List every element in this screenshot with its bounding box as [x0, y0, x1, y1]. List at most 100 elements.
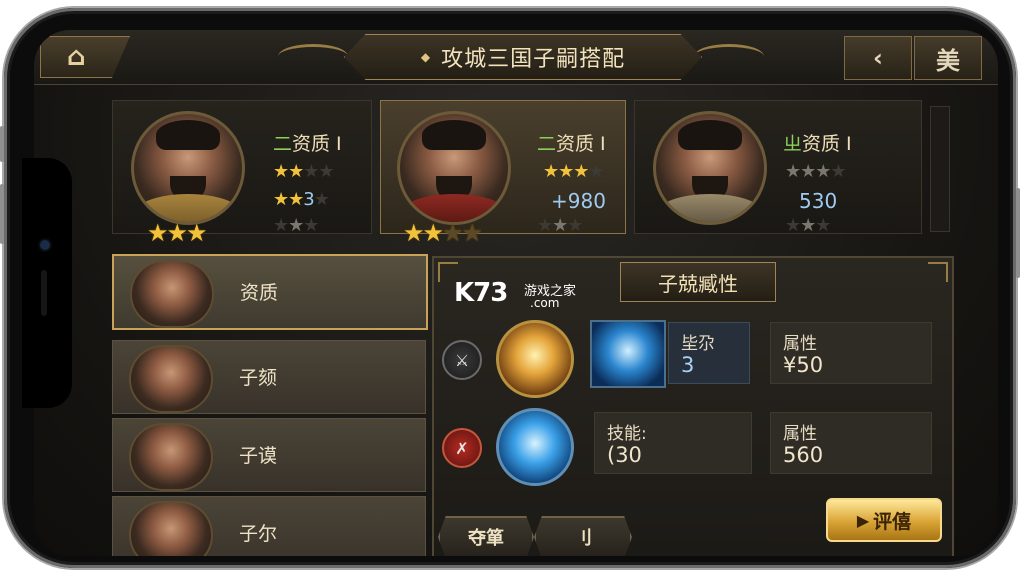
hero-card[interactable]: ㄓ资质 I ★★★★ 530 ★★★: [634, 100, 922, 236]
list-portrait: [129, 345, 213, 413]
hero-hair: [156, 120, 220, 150]
camera: [40, 240, 50, 250]
skill-orb-blue[interactable]: [496, 408, 574, 486]
stat-label: 坒尕: [681, 334, 715, 354]
side-button: [1016, 188, 1020, 278]
site-watermark: K73 游戏之家 .com: [454, 278, 576, 310]
hero-name-text: 资质 I: [292, 133, 342, 155]
hero-star-rating: ★★★: [147, 219, 208, 247]
list-item[interactable]: 子尔: [112, 496, 426, 556]
hero-portrait: [131, 111, 245, 225]
top-bar: ⌂ ◆ 攻城三国子嗣搭配 ‹ 美: [34, 30, 998, 85]
star-off: ★: [815, 215, 831, 236]
star-row: ★★★★: [543, 161, 605, 182]
list-item-selected[interactable]: 资质: [112, 254, 428, 330]
hero-hair: [422, 120, 486, 150]
back-button[interactable]: ‹: [844, 36, 912, 80]
page-title: 攻城三国子嗣搭配: [441, 47, 626, 72]
skill-orb-gold[interactable]: [496, 320, 574, 398]
side-button: [0, 126, 4, 162]
hero-scrollbar[interactable]: [930, 106, 950, 232]
skill-card[interactable]: [590, 320, 666, 388]
star-row: ★★★★: [273, 161, 335, 182]
star-on: ★★: [273, 161, 304, 182]
evaluate-button-label: 评僖: [873, 510, 912, 533]
list-item[interactable]: 子颏: [112, 340, 426, 414]
speaker: [41, 270, 47, 316]
action-button[interactable]: 刂: [534, 516, 632, 556]
hero-card-selected[interactable]: ★★★★ 二资质 I ★★★★ +980 ★★★: [380, 100, 626, 247]
list-item[interactable]: 子谟: [112, 418, 426, 492]
stat-box: 属性 ¥50: [770, 322, 932, 384]
hero-value: 3: [303, 189, 314, 210]
star-on: ★★: [273, 189, 304, 210]
hero-star-rating: ★★★★: [403, 219, 483, 247]
list-label: 子谟: [239, 445, 278, 467]
hero-name-prefix: ㄓ: [783, 133, 803, 155]
notch: [22, 158, 72, 408]
star-on: ★★: [403, 219, 444, 247]
star-off: ★: [303, 215, 319, 236]
star-off: ★: [588, 161, 604, 182]
axe-icon[interactable]: ✗: [442, 428, 482, 468]
game-screen: ⌂ ◆ 攻城三国子嗣搭配 ‹ 美 ★★★ 二资质 I ★★★★ ★★3★ ★★★…: [34, 30, 998, 556]
stat-box: 属性 560: [770, 412, 932, 474]
sword-icon[interactable]: ⚔: [442, 340, 482, 380]
star-off: ★★: [442, 219, 483, 247]
hero-portrait: [653, 111, 767, 225]
star-off: ★: [313, 189, 330, 210]
star-on: ★★★: [543, 161, 589, 182]
side-button: [0, 184, 4, 244]
star-off: ★: [785, 215, 801, 236]
stat-label: 属性: [783, 424, 817, 444]
star-grey: ★: [800, 215, 816, 236]
star-row: ★★★: [785, 215, 831, 236]
hero-portrait: [397, 111, 511, 225]
star-off: ★: [830, 161, 846, 182]
play-icon: ▶: [856, 510, 870, 530]
menu-icon: 美: [936, 46, 960, 75]
star-row: ★★★★: [785, 161, 847, 182]
panel-title: 子兢臧性: [620, 262, 776, 302]
stat-label: 属性: [783, 334, 817, 354]
hero-armor: [656, 194, 764, 222]
back-icon: ‹: [873, 44, 883, 72]
hero-card[interactable]: ★★★ 二资质 I ★★★★ ★★3★ ★★★: [112, 100, 372, 247]
stat-value: 3: [681, 353, 695, 377]
page-title-plate: ◆ 攻城三国子嗣搭配: [344, 34, 702, 80]
phone-frame: ⌂ ◆ 攻城三国子嗣搭配 ‹ 美 ★★★ 二资质 I ★★★★ ★★3★ ★★★…: [0, 8, 1020, 568]
hero-value: +980: [551, 189, 606, 213]
hero-hair: [678, 120, 742, 150]
evaluate-button[interactable]: ▶ 评僖: [826, 498, 942, 542]
home-button[interactable]: ⌂: [40, 36, 130, 78]
panel-corner: [928, 262, 948, 282]
action-button[interactable]: 夺箪: [438, 516, 534, 556]
hero-name: 二资质 I: [273, 129, 342, 156]
hero-name-text: 资质 I: [802, 133, 852, 155]
stat-value: (30: [607, 443, 642, 467]
hero-name-prefix: 二: [537, 133, 557, 155]
home-icon: ⌂: [67, 42, 86, 72]
stat-value: ¥50: [783, 353, 824, 377]
list-label: 子尔: [239, 523, 278, 545]
list-portrait: [129, 501, 213, 556]
hero-name-text: 资质 I: [556, 133, 606, 155]
star-row: ★★3★: [273, 189, 330, 210]
list-label: 资质: [240, 282, 279, 304]
list-portrait: [129, 423, 213, 491]
star-row: ★★★: [537, 215, 583, 236]
stat-box: 坒尕 3: [668, 322, 750, 384]
watermark-domain: .com: [530, 296, 560, 310]
star-grey: ★★★: [785, 161, 831, 182]
hero-name-prefix: 二: [273, 133, 293, 155]
hero-name: 二资质 I: [537, 129, 606, 156]
star-off: ★★: [303, 161, 334, 182]
stat-value: 560: [783, 443, 824, 467]
hero-name: ㄓ资质 I: [783, 129, 852, 156]
star-row: ★★★: [273, 215, 319, 236]
hero-value: 530: [799, 189, 838, 213]
star-grey: ★: [552, 215, 568, 236]
star-grey: ★: [288, 215, 304, 236]
menu-button[interactable]: 美: [914, 36, 982, 80]
title-ornament-right: [694, 44, 764, 69]
